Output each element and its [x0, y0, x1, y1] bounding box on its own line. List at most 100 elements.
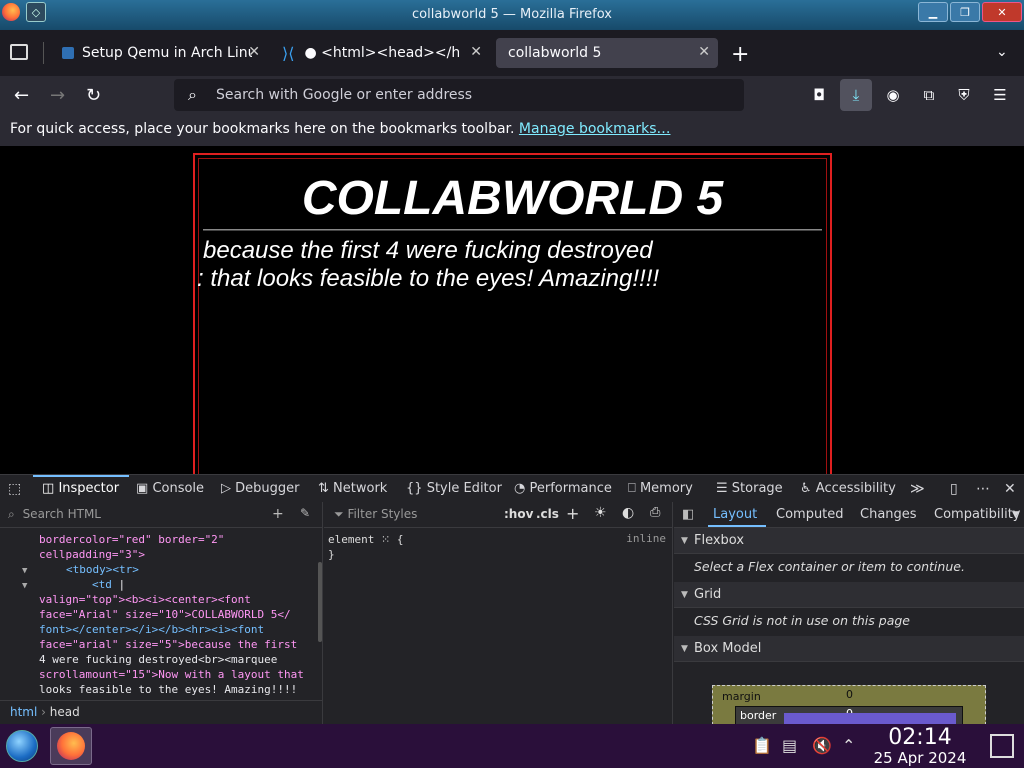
tab-groups-icon[interactable]	[10, 44, 28, 60]
markup-scrollbar[interactable]	[318, 562, 322, 642]
tab-storage[interactable]: ☰ Storage	[716, 481, 783, 496]
box-model-section-header[interactable]: ▼ Box Model	[674, 636, 1024, 662]
tab-label: Inspector	[58, 481, 120, 496]
dark-mode-icon[interactable]: ◐	[622, 505, 634, 521]
taskbar-firefox[interactable]	[50, 727, 92, 765]
toggle-sidebar-icon[interactable]: ◧	[682, 507, 694, 522]
menu-icon[interactable]: ☰	[989, 84, 1011, 106]
tab-computed[interactable]: Computed	[776, 507, 844, 522]
breadcrumb: html › head	[0, 700, 323, 724]
manage-bookmarks-link[interactable]: Manage bookmarks…	[519, 121, 671, 137]
window-controls: ▁ ❐ ✕	[918, 2, 1022, 22]
expand-arrow-icon[interactable]: ▼	[22, 564, 27, 579]
accessibility-icon: ♿	[800, 481, 812, 496]
tab-qemu[interactable]: Setup Qemu in Arch Linu ✕	[50, 38, 268, 68]
account-icon[interactable]: ◉	[882, 84, 904, 106]
clock-time: 02:14	[888, 725, 952, 750]
ublock-icon[interactable]: ⛨	[953, 84, 975, 106]
tab-style-editor[interactable]: {} Style Editor	[406, 481, 502, 496]
list-all-tabs-icon[interactable]: ⌄	[996, 44, 1008, 60]
tab-console[interactable]: ▣ Console	[136, 481, 204, 496]
minimize-button[interactable]: ▁	[918, 2, 948, 22]
active-tab-indicator	[708, 525, 766, 527]
more-tools-icon[interactable]: ≫	[910, 481, 925, 497]
content-cell: COLLABWORLD 5 because the first 4 were f…	[197, 158, 827, 474]
filter-styles-bar: ⏷ Filter Styles :hov .cls + ☀ ◐ ⎙	[324, 502, 673, 528]
horizontal-rule	[203, 229, 822, 231]
notes-icon[interactable]: ▤	[782, 736, 797, 755]
code-line: cellpadding="3">	[39, 548, 145, 561]
filter-styles-input[interactable]: Filter Styles	[347, 507, 417, 521]
code-line: scrollamount="15">Now with a layout that	[39, 668, 304, 681]
cls-toggle[interactable]: .cls	[536, 507, 559, 521]
tab-changes[interactable]: Changes	[860, 507, 917, 522]
search-html-input[interactable]	[22, 507, 263, 521]
close-tab-icon[interactable]: ✕	[698, 44, 710, 60]
tab-label: Memory	[639, 481, 693, 496]
url-input[interactable]	[216, 83, 716, 107]
firefox-icon	[57, 732, 85, 760]
reload-button[interactable]: ↻	[86, 85, 101, 106]
navigation-toolbar: ← → ↻ ⌕ ◘ ⤓ ◉ ⧉ ⛨ ☰	[0, 76, 1024, 114]
tab-debugger[interactable]: ▷ Debugger	[221, 481, 300, 496]
volume-muted-icon[interactable]: 🔇	[812, 736, 832, 755]
performance-icon: ◔	[514, 481, 526, 496]
rule-selector: element	[328, 533, 375, 546]
tab-performance[interactable]: ◔ Performance	[514, 481, 612, 496]
extensions-icon[interactable]: ⧉	[918, 84, 940, 106]
show-desktop-button[interactable]	[990, 734, 1014, 758]
tab-layout[interactable]: Layout	[713, 507, 757, 522]
tab-compatibility[interactable]: Compatibility	[934, 507, 1021, 522]
devtools-menu-icon[interactable]: ⋯	[976, 481, 990, 497]
tray-expand-icon[interactable]: ⌃	[842, 736, 855, 755]
close-tab-icon[interactable]: ✕	[248, 44, 260, 60]
debugger-icon: ▷	[221, 481, 231, 496]
url-bar[interactable]: ⌕	[174, 79, 744, 111]
pocket-icon[interactable]: ◘	[808, 84, 830, 106]
storage-icon: ☰	[716, 481, 728, 496]
print-mode-icon[interactable]: ⎙	[650, 505, 660, 520]
breadcrumb-html[interactable]: html	[10, 705, 37, 719]
close-button[interactable]: ✕	[982, 2, 1022, 22]
forward-button[interactable]: →	[50, 85, 65, 106]
add-node-icon[interactable]: +	[272, 506, 284, 522]
maximize-button[interactable]: ❐	[950, 2, 980, 22]
light-mode-icon[interactable]: ☀	[594, 505, 607, 521]
back-button[interactable]: ←	[14, 85, 29, 106]
page-heading: COLLABWORLD 5	[301, 172, 724, 225]
close-devtools-icon[interactable]: ✕	[1004, 481, 1016, 497]
expand-arrow-icon[interactable]: ▼	[22, 579, 27, 594]
search-icon: ⌕	[8, 507, 15, 521]
clock[interactable]: 02:14 25 Apr 2024	[870, 726, 970, 767]
sidebar-tabs-dropdown-icon[interactable]: ▼	[1012, 510, 1019, 520]
filter-icon: ⏷	[334, 507, 344, 521]
margin-value[interactable]: 0	[846, 688, 853, 701]
element-rule[interactable]: element ⁙ {}	[328, 532, 403, 562]
tab-collabworld[interactable]: collabworld 5 ✕	[496, 38, 718, 68]
grid-section-header[interactable]: ▼ Grid	[674, 582, 1024, 608]
tab-network[interactable]: ⇅ Network	[318, 481, 387, 496]
add-rule-icon[interactable]: +	[566, 504, 579, 523]
start-menu-button[interactable]	[6, 730, 38, 762]
margin-label: margin	[722, 690, 761, 703]
clipboard-icon[interactable]: 📋	[752, 736, 772, 755]
close-tab-icon[interactable]: ✕	[470, 44, 482, 60]
code-line: face="Arial" size="10">COLLABWORLD 5</	[39, 608, 291, 621]
html-tree[interactable]: bordercolor="red" border="2" cellpadding…	[0, 528, 318, 700]
element-picker-icon[interactable]: ⬚	[8, 481, 21, 497]
flexbox-section-header[interactable]: ▼ Flexbox	[674, 528, 1024, 554]
breadcrumb-head[interactable]: head	[50, 705, 80, 719]
marquee-text: : that looks feasible to the eyes! Amazi…	[197, 265, 660, 292]
responsive-design-icon[interactable]: ▯	[950, 481, 958, 497]
eyedropper-icon[interactable]: ✎	[300, 506, 310, 520]
tab-vscode[interactable]: ⟩⟨ ● <html><head></hea ✕	[270, 38, 490, 68]
network-icon: ⇅	[318, 481, 329, 496]
code-line: <td |	[92, 578, 126, 591]
tab-memory[interactable]: ⎕ Memory	[628, 481, 693, 496]
tab-accessibility[interactable]: ♿ Accessibility	[800, 481, 896, 496]
section-title: Box Model	[694, 641, 762, 656]
hov-toggle[interactable]: :hov	[504, 507, 533, 521]
downloads-icon[interactable]: ⤓	[840, 79, 872, 111]
new-tab-button[interactable]: +	[731, 42, 749, 67]
tab-inspector[interactable]: ◫ Inspector	[42, 481, 119, 496]
